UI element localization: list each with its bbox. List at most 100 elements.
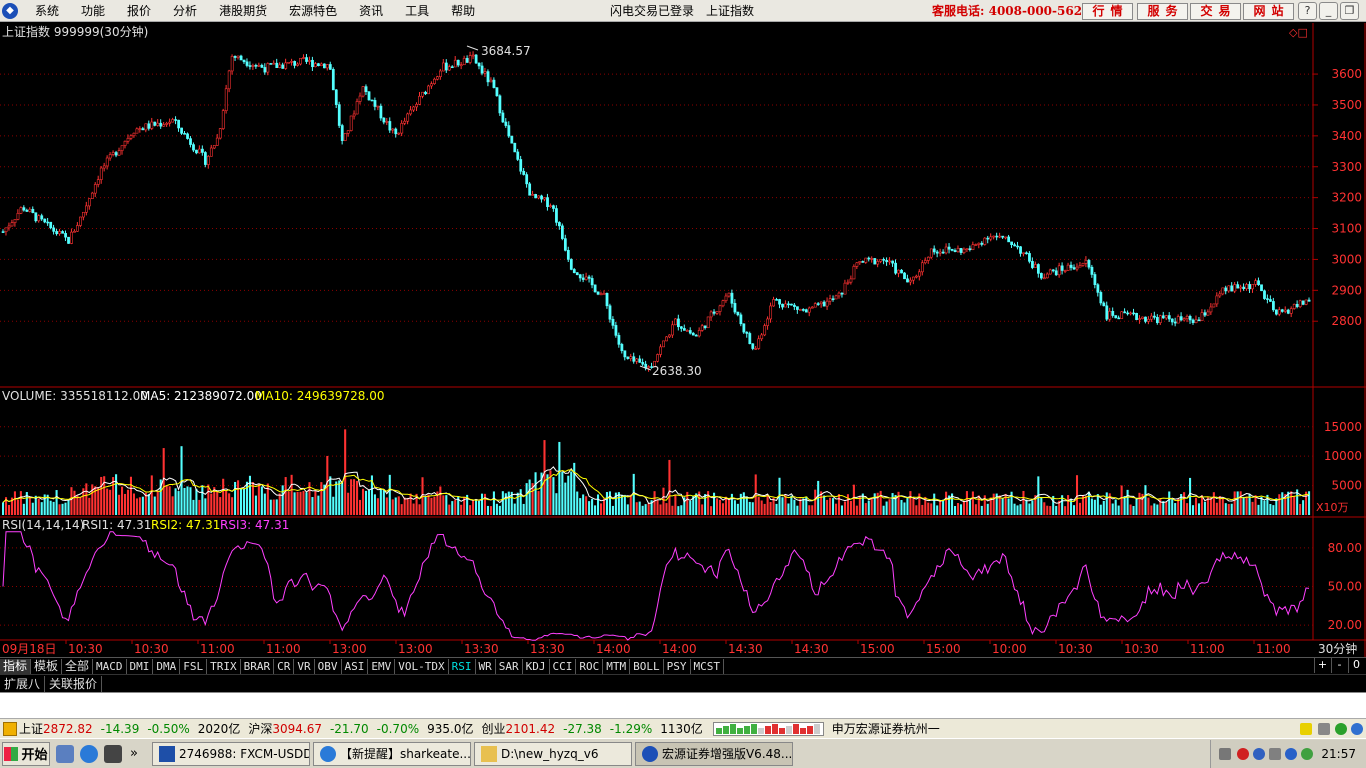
tab-related-quotes[interactable]: 关联报价 (45, 675, 103, 692)
chart-options-icon[interactable]: ◇□ (1289, 26, 1308, 39)
menu-news[interactable]: 资讯 (348, 0, 394, 22)
indicator-tab-0[interactable]: 指标 (0, 658, 32, 674)
volume-bar (115, 474, 118, 515)
ticker-menu-icon[interactable] (3, 721, 17, 736)
candle-body (278, 64, 282, 69)
update-icon[interactable] (1301, 748, 1314, 760)
connection-ok-icon[interactable] (1335, 723, 1347, 735)
indicator-tab-12[interactable]: ASI (342, 658, 369, 674)
service-button[interactable]: 服务 (1137, 3, 1188, 20)
quicklaunch-desktop-icon[interactable] (56, 744, 74, 763)
indicator-tab-14[interactable]: VOL-TDX (395, 658, 449, 674)
zoom-reset-button[interactable]: 0 (1348, 658, 1364, 673)
minimize-button[interactable]: _ (1319, 2, 1338, 20)
volume-bar (718, 499, 722, 515)
menu-analysis[interactable]: 分析 (162, 0, 208, 22)
indicator-tab-1[interactable]: 模板 (31, 658, 63, 674)
help-window-button[interactable]: ? (1298, 2, 1317, 20)
quote-button[interactable]: 行情 (1082, 3, 1133, 20)
candle-body (70, 231, 73, 244)
indicator-tab-4[interactable]: DMI (127, 658, 154, 674)
candle-body (40, 215, 44, 220)
candle-body (796, 306, 799, 310)
candle-body (444, 62, 448, 71)
signal-segment (771, 723, 778, 734)
info-icon[interactable] (1351, 723, 1363, 735)
im-icon[interactable] (1253, 748, 1266, 760)
candle-body (177, 119, 180, 129)
rsi2-label: RSI2: 47.31 (151, 518, 220, 532)
time-tick-label: 13:30 (530, 642, 565, 656)
ticker-cy-name[interactable]: 创业 (481, 720, 505, 737)
keyboard-icon[interactable] (1219, 748, 1232, 760)
ticker-sh-name[interactable]: 上证 (19, 720, 43, 737)
candle-body (1045, 273, 1049, 279)
indicator-tab-8[interactable]: BRAR (241, 658, 275, 674)
indicator-tab-23[interactable]: PSY (664, 658, 691, 674)
app-logo-icon[interactable]: ◆ (2, 2, 18, 19)
menu-quote[interactable]: 报价 (116, 0, 162, 22)
zoom-in-button[interactable]: + (1314, 658, 1330, 673)
indicator-tab-24[interactable]: MCST (691, 658, 725, 674)
indicator-tab-21[interactable]: MTM (603, 658, 631, 674)
quicklaunch-window-icon[interactable] (104, 744, 122, 763)
clock[interactable]: 21:57 (1321, 747, 1356, 761)
task-hongyuan-window[interactable]: 宏源证券增强版V6.48... (634, 741, 793, 766)
indicator-tab-2[interactable]: 全部 (62, 658, 94, 674)
volume-icon[interactable] (1269, 748, 1282, 760)
menu-system[interactable]: 系统 (24, 0, 70, 22)
start-button[interactable]: 开始 (2, 741, 50, 766)
task-folder-window[interactable]: D:\new_hyzq_v6 (473, 741, 632, 766)
indicator-tab-15[interactable]: RSI (449, 658, 476, 674)
volume-bar (1197, 503, 1201, 515)
candle-body (391, 128, 395, 131)
indicator-tab-13[interactable]: EMV (368, 658, 396, 674)
candle-body (1129, 312, 1133, 315)
candle-body (1042, 277, 1046, 280)
quicklaunch-ie-icon[interactable] (80, 744, 98, 763)
menu-hk-futures[interactable]: 港股期货 (208, 0, 278, 22)
website-button[interactable]: 网站 (1243, 3, 1294, 20)
indicator-tab-17[interactable]: SAR (496, 658, 523, 674)
candle-body (1289, 308, 1293, 314)
quicklaunch-more-icon[interactable]: » (130, 746, 138, 761)
indicator-tab-19[interactable]: CCI (550, 658, 577, 674)
trade-button[interactable]: 交易 (1190, 3, 1241, 20)
indicator-tab-16[interactable]: WR (476, 658, 496, 674)
ticker-hs-name[interactable]: 沪深 (248, 720, 272, 737)
shield-icon[interactable] (1285, 748, 1298, 760)
kline-chart[interactable]: 3600 3500 3400 3300 3200 3100 3000 2900 2800 150… (0, 23, 1366, 657)
indicator-tab-9[interactable]: CR (274, 658, 295, 674)
task-browser-window[interactable]: 【新提醒】sharkeate... (312, 741, 471, 766)
notification-icon[interactable] (1300, 723, 1312, 735)
indicator-tab-10[interactable]: VR (294, 658, 315, 674)
indicator-tab-20[interactable]: ROC (576, 658, 604, 674)
indicator-tab-22[interactable]: BOLL (630, 658, 664, 674)
volume-bar (126, 489, 130, 515)
zoom-out-button[interactable]: - (1331, 658, 1347, 673)
indicator-tab-7[interactable]: TRIX (207, 658, 241, 674)
network-status-icon[interactable] (1318, 723, 1330, 735)
menu-tools[interactable]: 工具 (394, 0, 440, 22)
tab-extension-eight[interactable]: 扩展八 (0, 675, 46, 692)
security-icon[interactable] (1237, 748, 1250, 760)
volume-bar (189, 487, 192, 515)
indicator-tab-6[interactable]: FSL (180, 658, 208, 674)
volume-bar (58, 504, 61, 515)
indicator-tab-18[interactable]: KDJ (523, 658, 550, 674)
task-fxcm-window[interactable]: 2746988: FXCM-USDDe... (151, 741, 310, 766)
restore-button[interactable]: ❐ (1340, 2, 1359, 20)
signal-segment (736, 727, 743, 734)
volume-bar (317, 495, 320, 515)
indicator-tab-11[interactable]: OBV (315, 658, 342, 674)
menu-function[interactable]: 功能 (70, 0, 116, 22)
indicator-tab-5[interactable]: DMA (153, 658, 181, 674)
candle-body (343, 133, 347, 141)
chart-area[interactable]: 3600 3500 3400 3300 3200 3100 3000 2900 2800 150… (0, 23, 1366, 657)
volume-bar (835, 503, 838, 515)
menu-help[interactable]: 帮助 (440, 0, 486, 22)
indicator-tab-3[interactable]: MACD (93, 658, 127, 674)
candle-body (126, 138, 130, 142)
menu-hongyuan-features[interactable]: 宏源特色 (278, 0, 348, 22)
volume-bar (67, 499, 70, 515)
